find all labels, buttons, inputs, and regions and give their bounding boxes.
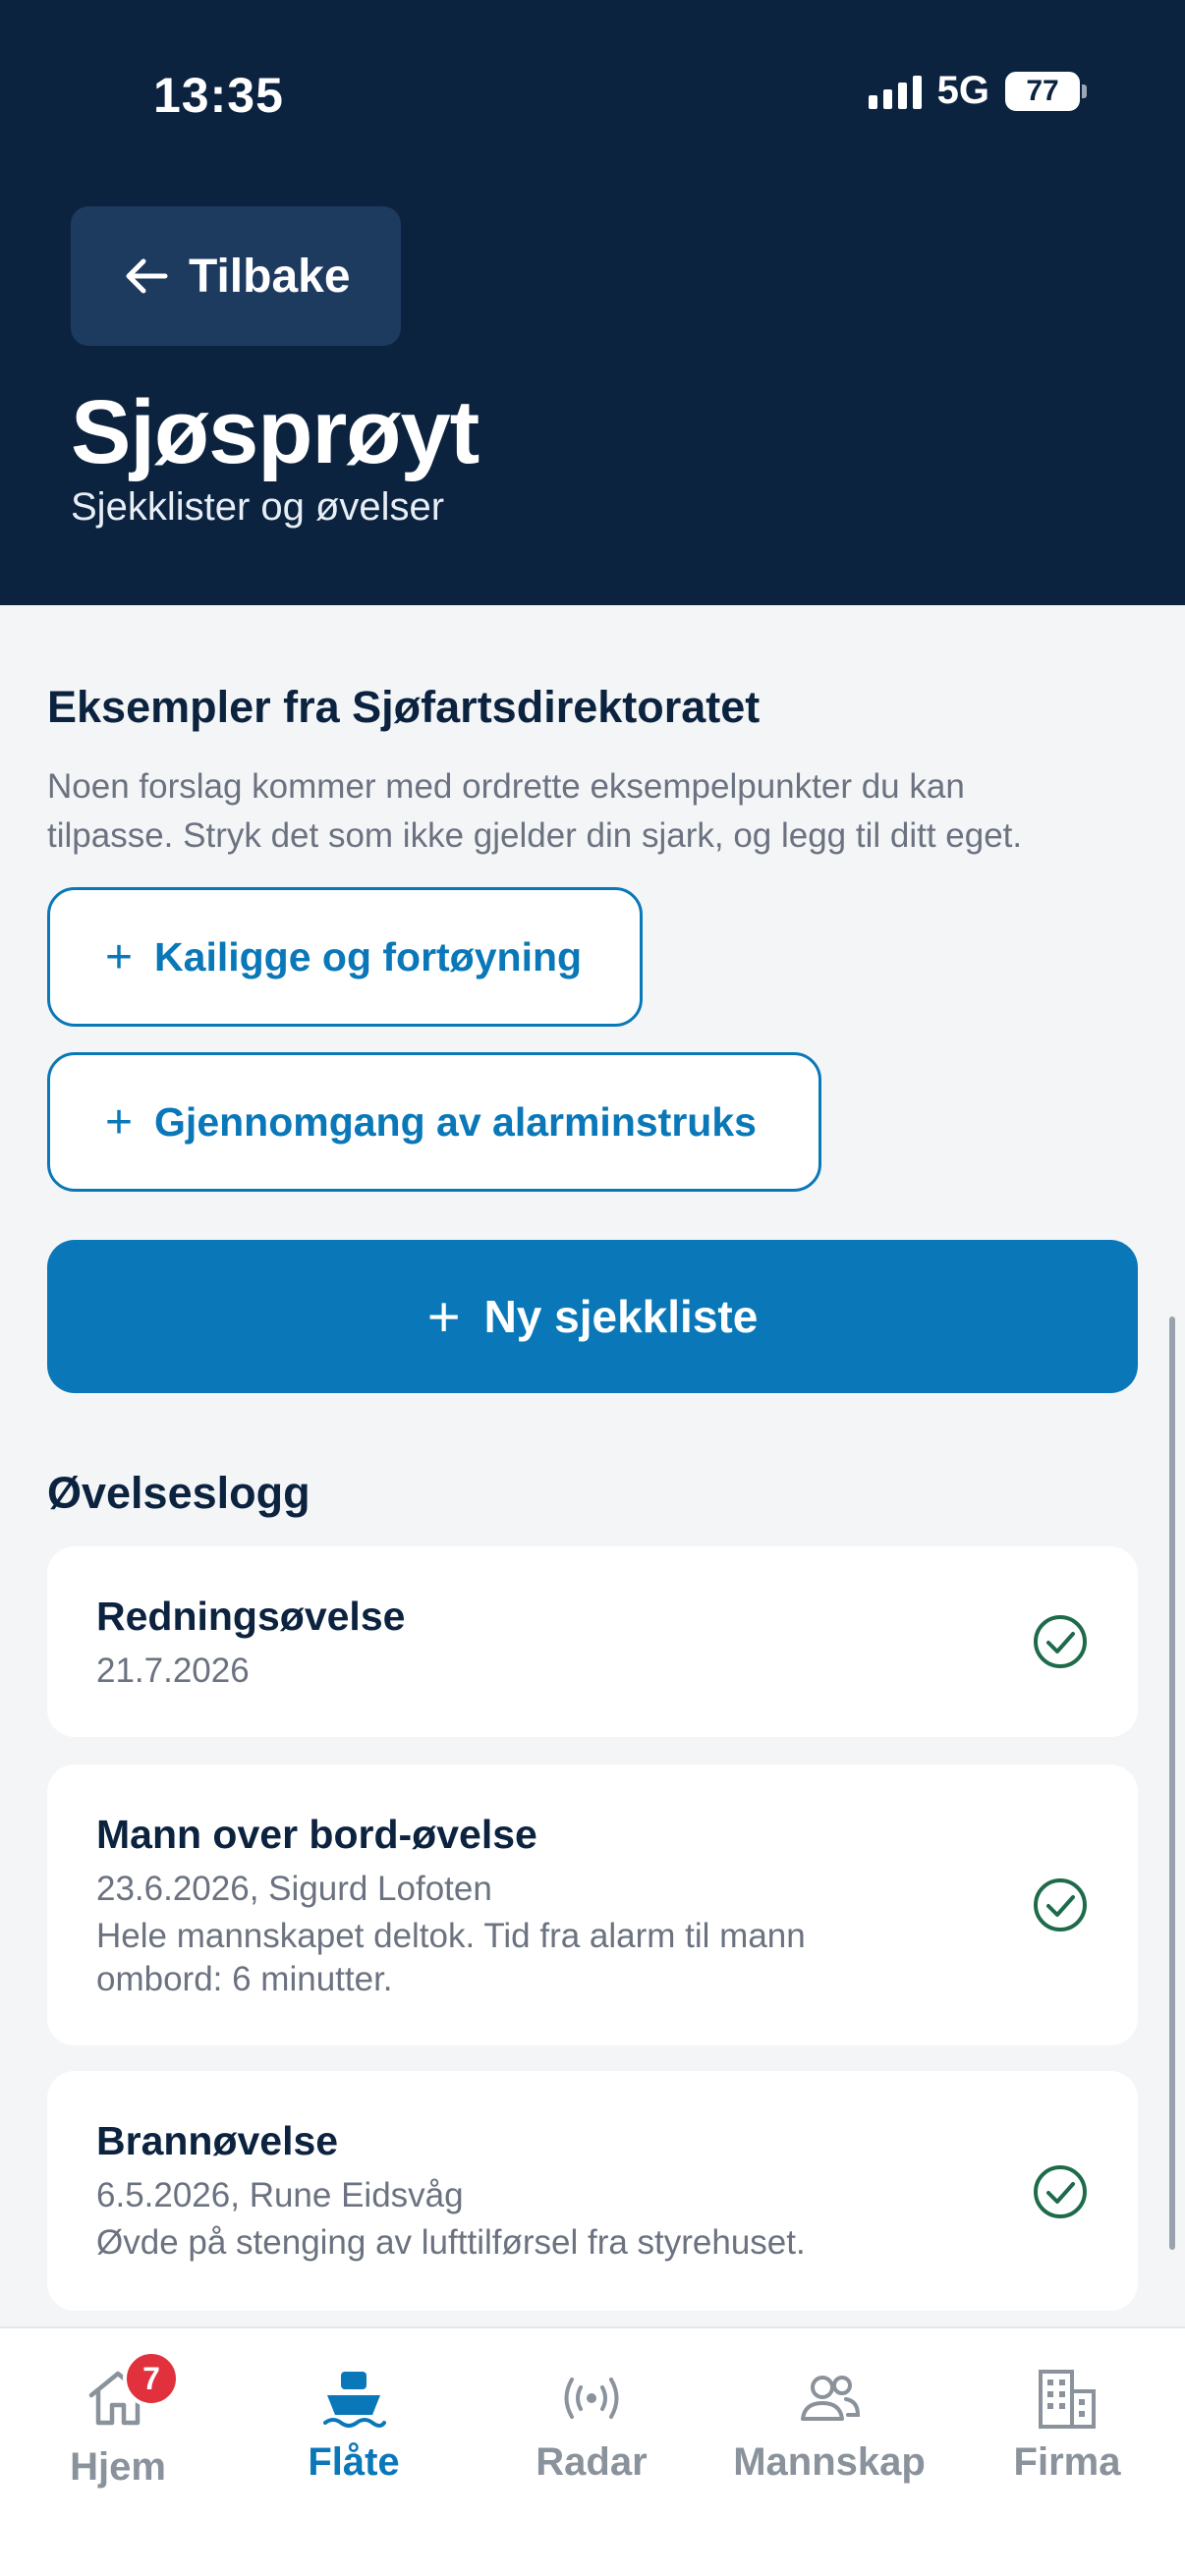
back-button[interactable]: Tilbake — [71, 206, 401, 346]
check-circle-icon — [1034, 2165, 1087, 2218]
network-type: 5G — [936, 69, 989, 112]
example-button-alarminstruks[interactable]: + Gjennomgang av alarminstruks — [47, 1052, 821, 1192]
example-button-label: Kailigge og fortøyning — [154, 933, 583, 980]
log-item[interactable]: Mann over bord-øvelse 23.6.2026, Sigurd … — [47, 1764, 1138, 2045]
bottom-nav: 7 Hjem Flåte Radar Mannskap Firma — [0, 2326, 1185, 2576]
battery-level: 77 — [1005, 71, 1080, 111]
crew-icon — [801, 2376, 861, 2421]
status-bar-right: 5G 77 — [868, 69, 1087, 113]
nav-item-hjem[interactable]: 7 Hjem — [10, 2350, 226, 2490]
page-title: Sjøsprøyt — [71, 382, 480, 482]
nav-item-flate[interactable]: Flåte — [246, 2364, 462, 2485]
signal-icon — [868, 74, 922, 109]
examples-section-title: Eksempler fra Sjøfartsdirektoratet — [47, 682, 761, 732]
log-item-note: Hele mannskapet deltok. Tid fra alarm ti… — [96, 1915, 961, 2001]
example-button-label: Gjennomgang av alarminstruks — [154, 1098, 757, 1145]
arrow-left-icon — [126, 258, 168, 294]
examples-intro: Noen forslag kommer med ordrette eksempe… — [47, 762, 1148, 861]
plus-icon: + — [105, 930, 134, 983]
log-item-title: Redningsøvelse — [96, 1594, 406, 1639]
new-checklist-label: Ny sjekkliste — [483, 1291, 759, 1342]
log-item-note-line: Hele mannskapet deltok. Tid fra alarm ti… — [96, 1917, 806, 1955]
page-subtitle: Sjekklister og øvelser — [71, 485, 445, 529]
intro-line-1: Noen forslag kommer med ordrette eksempe… — [47, 767, 965, 806]
nav-item-firma[interactable]: Firma — [959, 2364, 1175, 2485]
plus-icon: + — [105, 1095, 134, 1148]
log-item-meta: 23.6.2026, Sigurd Lofoten — [96, 1870, 492, 1908]
nav-item-mannskap[interactable]: Mannskap — [721, 2364, 937, 2485]
intro-line-2: tilpasse. Stryk det som ikke gjelder din… — [47, 816, 1023, 855]
log-item-note-line: ombord: 6 minutter. — [96, 1960, 393, 1998]
screen: 13:35 5G 77 Tilbake Sjøsprøyt Sjekkliste… — [0, 0, 1185, 2576]
example-button-kailigge[interactable]: + Kailigge og fortøyning — [47, 887, 643, 1027]
notification-badge: 7 — [123, 2350, 180, 2407]
nav-label: Mannskap — [733, 2440, 926, 2484]
nav-item-radar[interactable]: Radar — [483, 2364, 700, 2485]
log-item[interactable]: Redningsøvelse 21.7.2026 — [47, 1546, 1138, 1737]
log-item[interactable]: Brannøvelse 6.5.2026, Rune Eidsvåg Øvde … — [47, 2071, 1138, 2311]
radar-icon — [564, 2378, 619, 2419]
nav-label: Flåte — [308, 2440, 400, 2484]
log-item-meta: 6.5.2026, Rune Eidsvåg — [96, 2176, 464, 2214]
check-circle-icon — [1034, 1615, 1087, 1668]
battery-icon: 77 — [1005, 71, 1087, 111]
log-section-title: Øvelseslogg — [47, 1468, 310, 1518]
check-circle-icon — [1034, 1878, 1087, 1932]
main-content: Eksempler fra Sjøfartsdirektoratet Noen … — [0, 605, 1185, 2326]
log-item-title: Brannøvelse — [96, 2118, 339, 2163]
plus-icon: + — [426, 1284, 461, 1349]
nav-label: Hjem — [70, 2445, 166, 2489]
new-checklist-button[interactable]: + Ny sjekkliste — [47, 1240, 1138, 1393]
building-icon — [1039, 2370, 1096, 2429]
log-item-title: Mann over bord-øvelse — [96, 1812, 537, 1857]
back-label: Tilbake — [189, 250, 351, 303]
log-item-note: Øvde på stenging av lufttilførsel fra st… — [96, 2223, 806, 2262]
log-item-meta: 21.7.2026 — [96, 1652, 250, 1690]
boat-icon — [323, 2372, 386, 2428]
status-time: 13:35 — [153, 68, 284, 123]
nav-label: Firma — [1013, 2440, 1121, 2484]
scrollbar[interactable] — [1169, 1316, 1175, 2250]
nav-label: Radar — [536, 2440, 648, 2484]
header: 13:35 5G 77 Tilbake Sjøsprøyt Sjekkliste… — [0, 0, 1185, 605]
